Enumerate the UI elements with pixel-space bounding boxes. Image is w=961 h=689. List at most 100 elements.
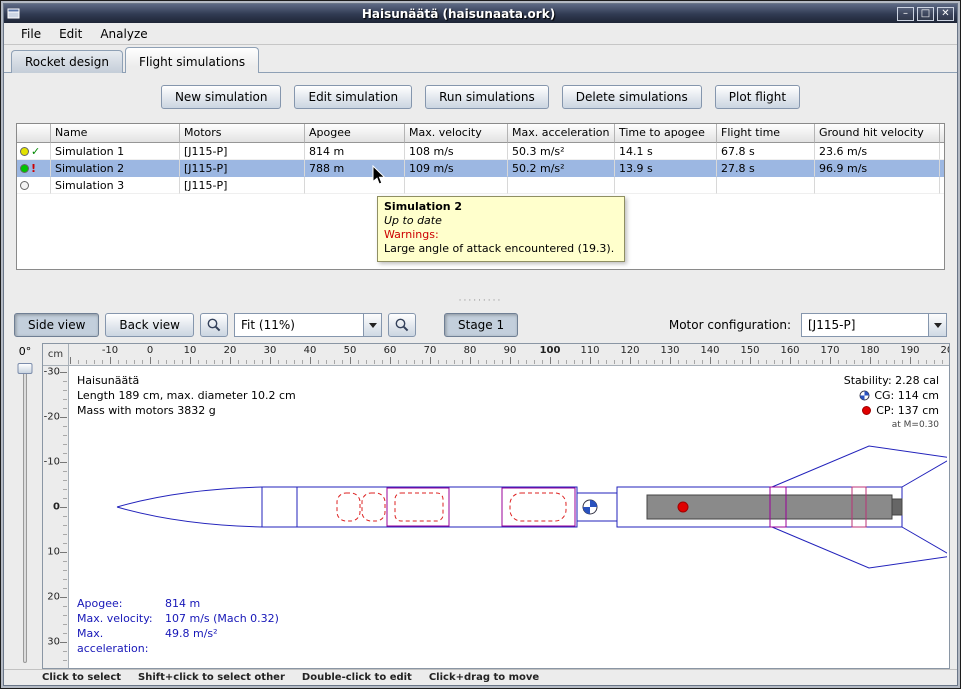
magnifier-icon bbox=[394, 317, 410, 333]
rotation-slider-handle[interactable] bbox=[18, 363, 33, 374]
tab-flight-simulations[interactable]: Flight simulations bbox=[125, 47, 259, 73]
rocket-viewer: Side view Back view Fit (11%) bbox=[4, 306, 957, 685]
split-pane-divider[interactable]: ········· bbox=[4, 297, 957, 306]
stage-1-toggle[interactable]: Stage 1 bbox=[444, 313, 518, 337]
minimize-button[interactable]: – bbox=[897, 7, 914, 21]
h-ruler-label: 130 bbox=[660, 345, 679, 356]
column-header-status[interactable] bbox=[17, 124, 51, 143]
cell: Simulation 3 bbox=[51, 177, 180, 194]
v-ruler-label: 30 bbox=[47, 637, 60, 648]
cell bbox=[815, 177, 940, 194]
column-header-time-to-apogee[interactable]: Time to apogee bbox=[615, 124, 717, 143]
zoom-in-button[interactable] bbox=[200, 313, 228, 337]
v-ruler-label: -20 bbox=[44, 412, 60, 423]
ruler-unit-label: cm bbox=[43, 344, 69, 366]
window-title: Haisunäätä (haisunaata.ork) bbox=[23, 7, 894, 21]
cell: 50.3 m/s² bbox=[508, 143, 615, 160]
window-icon[interactable] bbox=[7, 7, 23, 21]
status-cell: ! bbox=[17, 160, 51, 177]
hint-double-click-to-edit: Double-click to edit bbox=[302, 672, 412, 683]
cell bbox=[615, 177, 717, 194]
table-row[interactable]: !Simulation 2[J115-P]788 m109 m/s50.2 m/… bbox=[17, 160, 944, 177]
status-mark-icon: ✓ bbox=[31, 146, 40, 157]
menu-item-analyze[interactable]: Analyze bbox=[91, 24, 156, 44]
simulation-tooltip: Simulation 2 Up to date Warnings: Large … bbox=[377, 196, 625, 262]
column-header-flight-time[interactable]: Flight time bbox=[717, 124, 815, 143]
h-ruler-label: 70 bbox=[424, 345, 437, 356]
edit-simulation-button[interactable]: Edit simulation bbox=[294, 85, 412, 109]
figure-panel: cm -100102030405060708090100110120130140… bbox=[42, 343, 950, 669]
cell: 23.6 m/s bbox=[815, 143, 940, 160]
tab-rocket-design[interactable]: Rocket design bbox=[11, 50, 123, 73]
horizontal-ruler: -100102030405060708090100110120130140150… bbox=[69, 344, 949, 366]
h-ruler-label: 200 bbox=[940, 345, 949, 356]
plot-flight-button[interactable]: Plot flight bbox=[715, 85, 800, 109]
maximize-button[interactable]: □ bbox=[917, 7, 934, 21]
zoom-level-select[interactable]: Fit (11%) bbox=[234, 313, 382, 337]
flight-data-label: Max. acceleration: bbox=[77, 626, 165, 656]
v-ruler-label: -10 bbox=[44, 457, 60, 468]
hint-click-drag-to-move: Click+drag to move bbox=[429, 672, 539, 683]
column-header-apogee[interactable]: Apogee bbox=[305, 124, 405, 143]
menu-item-file[interactable]: File bbox=[12, 24, 50, 44]
cell: [J115-P] bbox=[180, 177, 305, 194]
stability-info: Stability: 2.28 cal CG: 114 cm bbox=[844, 373, 939, 433]
hint-click-to-select: Click to select bbox=[42, 672, 121, 683]
mouse-cursor bbox=[372, 165, 386, 186]
cell: [J115-P] bbox=[180, 160, 305, 177]
h-ruler-label: 30 bbox=[264, 345, 277, 356]
stability-value: Stability: 2.28 cal bbox=[844, 373, 939, 388]
column-header-max-velocity[interactable]: Max. velocity bbox=[405, 124, 508, 143]
cell-filler bbox=[940, 177, 945, 194]
v-ruler-label: 0 bbox=[53, 502, 60, 513]
title-bar[interactable]: Haisunäätä (haisunaata.ork) – □ ✕ bbox=[4, 4, 957, 23]
zoom-out-button[interactable] bbox=[388, 313, 416, 337]
cp-icon bbox=[861, 405, 872, 416]
tooltip-warnings-label: Warnings: bbox=[384, 228, 618, 242]
status-dot-icon bbox=[20, 164, 29, 173]
zoom-level-value: Fit (11%) bbox=[235, 318, 363, 332]
table-row[interactable]: Simulation 3[J115-P] bbox=[17, 177, 944, 194]
column-header-motors[interactable]: Motors bbox=[180, 124, 305, 143]
delete-simulations-button[interactable]: Delete simulations bbox=[562, 85, 702, 109]
flight-data-label: Apogee: bbox=[77, 596, 165, 611]
column-header-ground-hit-velocity[interactable]: Ground hit velocity bbox=[815, 124, 940, 143]
motor-configuration-label: Motor configuration: bbox=[669, 318, 791, 332]
tooltip-status: Up to date bbox=[384, 214, 618, 228]
magnifier-icon bbox=[206, 317, 222, 333]
column-header-name[interactable]: Name bbox=[51, 124, 180, 143]
recovery-device bbox=[510, 493, 566, 521]
motor-configuration-select[interactable]: [J115-P] bbox=[801, 313, 947, 337]
h-ruler-label: 110 bbox=[580, 345, 599, 356]
h-ruler-label: 120 bbox=[620, 345, 639, 356]
cell: 13.9 s bbox=[615, 160, 717, 177]
rotation-control: 0° bbox=[8, 343, 42, 669]
column-header-filler bbox=[940, 124, 945, 143]
cg-value: CG: 114 cm bbox=[874, 388, 939, 403]
close-button[interactable]: ✕ bbox=[937, 7, 954, 21]
h-ruler-label: 100 bbox=[540, 345, 561, 356]
flight-data-row: Apogee:814 m bbox=[77, 596, 279, 611]
flight-data-value: 49.8 m/s² bbox=[165, 626, 218, 656]
rotation-slider[interactable] bbox=[8, 361, 42, 669]
chevron-down-icon bbox=[928, 314, 946, 336]
table-row[interactable]: ✓Simulation 1[J115-P]814 m108 m/s50.3 m/… bbox=[17, 143, 944, 160]
menu-item-edit[interactable]: Edit bbox=[50, 24, 91, 44]
cell: Simulation 1 bbox=[51, 143, 180, 160]
cp-marker bbox=[678, 502, 688, 512]
h-ruler-label: 10 bbox=[184, 345, 197, 356]
h-ruler-label: 90 bbox=[504, 345, 517, 356]
new-simulation-button[interactable]: New simulation bbox=[161, 85, 282, 109]
rocket-canvas[interactable]: HaisunäätäLength 189 cm, max. diameter 1… bbox=[69, 366, 949, 668]
rocket-info-line: Length 189 cm, max. diameter 10.2 cm bbox=[77, 388, 296, 403]
back-view-button[interactable]: Back view bbox=[105, 313, 194, 337]
h-ruler-label: 60 bbox=[384, 345, 397, 356]
v-ruler-label: 10 bbox=[47, 547, 60, 558]
rocket-info: HaisunäätäLength 189 cm, max. diameter 1… bbox=[77, 373, 296, 418]
h-ruler-label: 80 bbox=[464, 345, 477, 356]
figure-area: 0° cm -100102030405060708090100110120130… bbox=[8, 343, 950, 669]
tab-strip: Rocket designFlight simulations bbox=[4, 45, 957, 73]
side-view-button[interactable]: Side view bbox=[14, 313, 99, 337]
column-header-max-acceleration[interactable]: Max. acceleration bbox=[508, 124, 615, 143]
run-simulations-button[interactable]: Run simulations bbox=[425, 85, 549, 109]
